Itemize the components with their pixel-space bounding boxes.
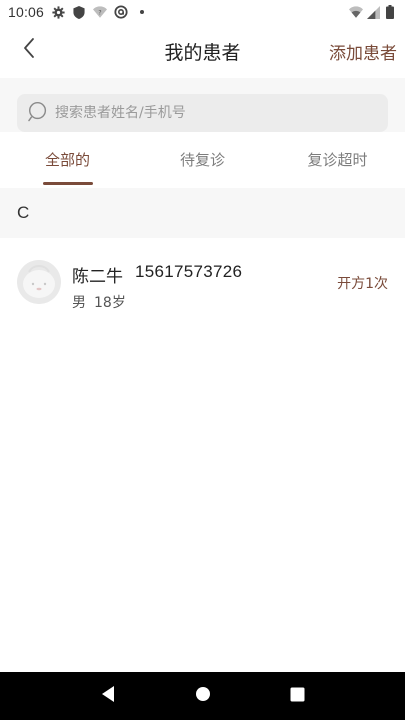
patient-gender: 男 — [72, 295, 86, 311]
patient-phone: 15617573726 — [135, 262, 243, 281]
tab-revisit-overdue-label: 复诊超时 — [307, 151, 368, 169]
signal-icon — [366, 5, 380, 19]
patient-name: 陈二牛 — [72, 267, 123, 287]
chevron-left-icon — [22, 37, 36, 63]
recents-square-icon — [290, 687, 305, 706]
wifi-question-icon: ? — [93, 5, 108, 19]
patient-row[interactable]: 陈二牛 15617573726 男 18岁 开方1次 — [0, 240, 405, 328]
nav-home-button[interactable] — [188, 681, 218, 711]
home-circle-icon — [195, 686, 211, 706]
nav-recents-button[interactable] — [283, 681, 313, 711]
patient-info: 男 18岁 — [72, 292, 126, 312]
search-icon — [28, 101, 49, 126]
shield-icon — [72, 5, 86, 19]
group-letter: C — [17, 203, 30, 222]
system-nav-bar — [0, 672, 405, 720]
dot-icon — [135, 5, 149, 19]
at-sign-icon — [114, 5, 128, 19]
tab-pending-revisit[interactable]: 待复诊 — [135, 135, 270, 185]
status-bar: 10:06 ? — [0, 0, 405, 24]
nav-back-button[interactable] — [93, 681, 123, 711]
search-box[interactable] — [17, 94, 388, 132]
prescription-count: 开方1次 — [337, 276, 388, 292]
group-header-c: C — [0, 188, 405, 238]
patient-name-line: 陈二牛 15617573726 — [72, 262, 242, 287]
battery-icon — [383, 5, 397, 19]
patient-age: 18岁 — [94, 295, 126, 311]
tab-all[interactable]: 全部的 — [0, 135, 135, 185]
avatar-placeholder-icon — [17, 260, 61, 304]
avatar — [17, 260, 61, 304]
back-triangle-icon — [100, 685, 116, 707]
tab-active-indicator — [42, 182, 93, 185]
back-button[interactable] — [14, 36, 44, 64]
status-time: 10:06 — [8, 4, 45, 20]
wifi-icon — [349, 5, 363, 19]
search-section — [0, 78, 405, 132]
status-right — [349, 5, 397, 19]
app-header: 我的患者 添加患者 — [0, 24, 405, 76]
tab-bar: 全部的 待复诊 复诊超时 — [0, 135, 405, 185]
search-input[interactable] — [55, 105, 375, 121]
tab-revisit-overdue[interactable]: 复诊超时 — [270, 135, 405, 185]
tab-all-label: 全部的 — [44, 151, 90, 169]
status-left: 10:06 ? — [8, 4, 149, 20]
add-patient-button[interactable]: 添加患者 — [329, 39, 397, 64]
svg-text:?: ? — [98, 10, 101, 17]
gear-icon — [51, 5, 65, 19]
tab-pending-revisit-label: 待复诊 — [179, 151, 225, 169]
